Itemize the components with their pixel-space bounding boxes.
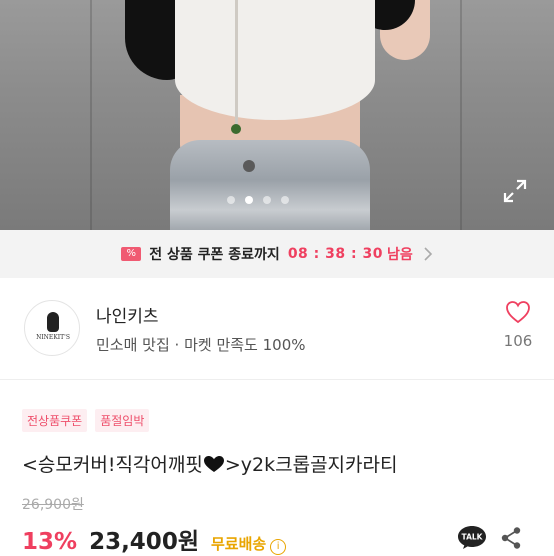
- original-price: 26,900원: [22, 497, 84, 513]
- seller-section[interactable]: NINEKIT'S 나인키츠 민소매 맛집 · 마켓 만족도 100% 106: [0, 278, 554, 380]
- crop-top: [175, 0, 375, 120]
- sale-price: 23,400원: [89, 529, 199, 555]
- price-row: 13% 23,400원 무료배송 i: [22, 522, 287, 556]
- like-button[interactable]: 106: [498, 300, 538, 350]
- expand-icon[interactable]: [502, 178, 528, 204]
- tile-line: [460, 0, 462, 230]
- chevron-right-icon: [424, 247, 432, 261]
- percent-coupon-icon: %: [121, 247, 142, 261]
- tile-line: [90, 0, 92, 230]
- gallery-dots: [227, 196, 289, 204]
- black-heart-icon: [203, 456, 224, 472]
- jeans: [170, 140, 370, 230]
- product-image[interactable]: [0, 0, 554, 230]
- title-prefix: <승모커버!직각어깨핏: [22, 454, 203, 476]
- heart-outline-icon: [506, 301, 530, 324]
- jeans-button: [243, 160, 255, 172]
- gallery-dot[interactable]: [263, 196, 271, 204]
- like-count: 106: [503, 332, 533, 350]
- cat-logo-icon: [47, 312, 59, 332]
- product-badges: 전상품쿠폰 품절임박: [22, 409, 150, 432]
- info-icon[interactable]: i: [270, 539, 287, 555]
- coupon-timer: 08 : 38 : 30: [287, 246, 383, 262]
- product-title: <승모커버!직각어깨핏 >y2k크롭골지카라티: [22, 450, 397, 477]
- share-icon[interactable]: [500, 526, 522, 550]
- charm: [231, 124, 241, 134]
- seller-description: 민소매 맛집 · 마켓 만족도 100%: [96, 336, 306, 354]
- seller-logo-text: NINEKIT'S: [36, 334, 70, 341]
- kakaotalk-icon[interactable]: TALK: [456, 524, 488, 550]
- coupon-text: 전 상품 쿠폰 종료까지: [149, 247, 280, 263]
- gallery-dot[interactable]: [281, 196, 289, 204]
- coupon-banner[interactable]: % 전 상품 쿠폰 종료까지 08 : 38 : 30 남음: [0, 230, 554, 278]
- coupon-suffix: 남음: [386, 247, 413, 263]
- badge-coupon: 전상품쿠폰: [22, 409, 88, 432]
- discount-rate: 13%: [22, 529, 78, 555]
- free-shipping-label: 무료배송: [210, 535, 267, 553]
- zipper: [235, 0, 238, 130]
- seller-avatar[interactable]: NINEKIT'S: [24, 300, 80, 356]
- gallery-dot-active[interactable]: [245, 196, 253, 204]
- title-suffix: >y2k크롭골지카라티: [224, 454, 398, 476]
- gallery-dot[interactable]: [227, 196, 235, 204]
- seller-name[interactable]: 나인키츠: [96, 302, 159, 327]
- badge-soldout-soon: 품절임박: [95, 409, 150, 432]
- svg-text:TALK: TALK: [462, 533, 484, 542]
